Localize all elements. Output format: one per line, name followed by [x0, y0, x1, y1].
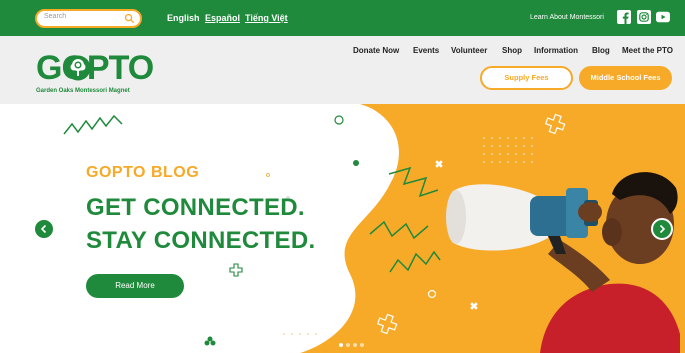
hero-slider: GOPTO BLOG GET CONNECTED. STAY CONNECTED…: [0, 104, 685, 353]
facebook-icon[interactable]: [617, 10, 631, 24]
nav-donate-now[interactable]: Donate Now: [353, 46, 399, 55]
instagram-icon[interactable]: [637, 10, 651, 24]
youtube-icon[interactable]: [656, 10, 670, 24]
slide-pagination: [339, 334, 367, 352]
nav-volunteer[interactable]: Volunteer: [451, 46, 487, 55]
logo-subtitle: Garden Oaks Montessori Magnet: [36, 88, 130, 94]
lang-vietnamese[interactable]: Tiếng Việt: [245, 13, 288, 23]
nav-events[interactable]: Events: [413, 46, 439, 55]
nav-meet-the-pto[interactable]: Meet the PTO: [622, 46, 673, 55]
chevron-left-icon: [40, 224, 47, 234]
prev-slide-button[interactable]: [33, 218, 55, 240]
hero-headline-line2: STAY CONNECTED.: [86, 227, 316, 254]
slide-dot[interactable]: [360, 343, 364, 347]
lang-spanish[interactable]: Español: [205, 13, 240, 23]
gopto-logo[interactable]: GOPTO Garden Oaks Montessori Magnet: [36, 50, 176, 100]
slide-dot[interactable]: [346, 343, 350, 347]
tree-icon: [65, 55, 91, 81]
learn-about-montessori-link[interactable]: Learn About Montessori: [530, 14, 604, 21]
nav-shop[interactable]: Shop: [502, 46, 522, 55]
top-bar: Search English Español Tiếng Việt Learn …: [0, 0, 685, 36]
supply-fees-button[interactable]: Supply Fees: [480, 66, 573, 90]
nav-information[interactable]: Information: [534, 46, 578, 55]
middle-school-fees-button[interactable]: Middle School Fees: [579, 66, 672, 90]
search-input[interactable]: Search: [35, 9, 142, 28]
slide-dot[interactable]: [353, 343, 357, 347]
read-more-button[interactable]: Read More: [86, 274, 184, 298]
search-placeholder: Search: [44, 13, 67, 20]
hero-headline-line1: GET CONNECTED.: [86, 194, 305, 221]
nav-blog[interactable]: Blog: [592, 46, 610, 55]
logo-text: GOPTO: [36, 49, 154, 87]
search-icon[interactable]: [124, 13, 135, 24]
next-slide-button[interactable]: [651, 218, 673, 240]
site-header: GOPTO Garden Oaks Montessori Magnet Dona…: [0, 36, 685, 104]
lang-english[interactable]: English: [167, 13, 200, 23]
slide-dot[interactable]: [339, 343, 343, 347]
chevron-right-icon: [659, 224, 666, 234]
blog-label: GOPTO BLOG: [86, 164, 200, 181]
